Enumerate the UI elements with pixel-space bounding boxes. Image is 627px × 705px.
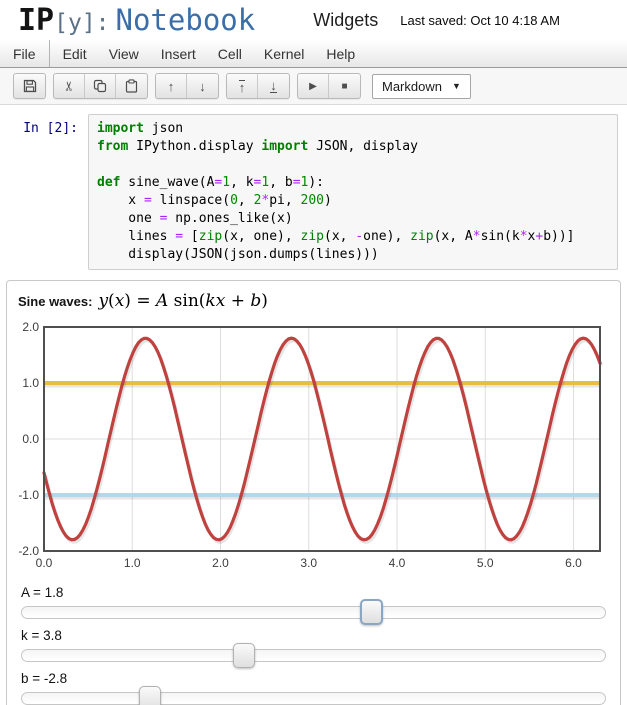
svg-text:4.0: 4.0	[389, 556, 406, 570]
menu-item-cell[interactable]: Cell	[207, 40, 253, 67]
notebook-header: IP[y]: Notebook Widgets Last saved: Oct 1…	[0, 0, 627, 40]
toolbar-button-group: ✂	[53, 73, 148, 99]
svg-text:-1.0: -1.0	[18, 488, 39, 502]
ipython-logo[interactable]: IP[y]: Notebook	[18, 3, 255, 38]
last-saved-text: Last saved: Oct 10 4:18 AM	[400, 12, 560, 28]
menu-divider	[48, 40, 50, 67]
menu-item-help[interactable]: Help	[315, 40, 366, 67]
menu-item-view[interactable]: View	[98, 40, 150, 67]
cell-type-value: Markdown	[382, 78, 442, 94]
svg-text:6.0: 6.0	[565, 556, 582, 570]
slider-row: k = 3.8	[21, 628, 606, 668]
code-line: from IPython.display import JSON, displa…	[97, 139, 418, 154]
slider-panel: A = 1.8 k = 3.8 b = -2.8	[14, 585, 613, 705]
svg-text:0.0: 0.0	[36, 556, 53, 570]
paste-button[interactable]	[116, 74, 147, 98]
run-icon: ▶	[309, 80, 317, 92]
svg-text:1.0: 1.0	[124, 556, 141, 570]
code-line: import json	[97, 121, 184, 136]
cut-button[interactable]: ✂	[54, 74, 85, 98]
code-line: lines = [zip(x, one), zip(x, -one), zip(…	[97, 229, 575, 244]
toolbar: ✂ ↑ ↓ ↑ ↓ ▶ ■ Markdown ▼	[0, 68, 627, 105]
cut-icon: ✂	[61, 80, 76, 92]
toolbar-button-group: ▶ ■	[297, 73, 361, 99]
run-button[interactable]: ▶	[298, 74, 329, 98]
run-to-top-icon: ↑	[238, 79, 246, 95]
svg-text:1.0: 1.0	[22, 376, 39, 390]
save-icon	[23, 79, 36, 93]
code-input-area[interactable]: import json from IPython.display import J…	[88, 114, 618, 270]
toolbar-button-group: ↑ ↓	[155, 73, 219, 99]
move-up-icon: ↑	[167, 78, 175, 94]
slider-track-a[interactable]	[21, 599, 606, 625]
slider-row: b = -2.8	[21, 671, 606, 705]
svg-text:2.0: 2.0	[22, 320, 39, 334]
run-to-bottom-icon: ↓	[270, 77, 277, 93]
toolbar-button-group: ↑ ↓	[226, 73, 290, 99]
menu-bar: File Edit View Insert Cell Kernel Help	[0, 40, 627, 68]
slider-track-b[interactable]	[21, 686, 606, 705]
svg-text:2.0: 2.0	[212, 556, 229, 570]
svg-text:3.0: 3.0	[300, 556, 317, 570]
sine-plot-svg: 2.01.00.0-1.0-2.00.0 1.0 2.0 3.0 4.0 5.0 6.0	[18, 320, 603, 570]
toolbar-button-group	[13, 73, 46, 99]
chart-title: Sine waves: y(x) = A sin(kx + b)	[14, 289, 613, 317]
slider-handle-a[interactable]	[359, 599, 383, 625]
stop-button[interactable]: ■	[329, 74, 360, 98]
cell-type-select[interactable]: Markdown ▼	[372, 73, 471, 99]
copy-button[interactable]	[85, 74, 116, 98]
chart-title-label: Sine waves:	[18, 294, 93, 309]
slider-label-k: k = 3.8	[21, 628, 62, 643]
code-line: display(JSON(json.dumps(lines)))	[97, 247, 379, 262]
slider-row: A = 1.8	[21, 585, 606, 625]
stop-icon: ■	[341, 80, 348, 92]
code-line: one = np.ones_like(x)	[97, 211, 293, 226]
move-down-icon: ↓	[199, 78, 206, 94]
move-up-button[interactable]: ↑	[156, 74, 187, 98]
dropdown-caret-icon: ▼	[451, 81, 461, 91]
move-down-button[interactable]: ↓	[187, 74, 218, 98]
input-prompt: In [2]:	[23, 121, 78, 136]
menu-item-kernel[interactable]: Kernel	[253, 40, 315, 67]
slider-handle-b[interactable]	[139, 686, 162, 705]
logo-notebook: Notebook	[115, 2, 256, 37]
code-line: def sine_wave(A=1, k=1, b=1):	[97, 175, 324, 190]
logo-ip: IP	[18, 2, 55, 38]
slider-handle-k[interactable]	[232, 643, 255, 668]
code-cell[interactable]: In [2]: import json from IPython.display …	[0, 105, 627, 270]
slider-label-a: A = 1.8	[21, 585, 64, 600]
logo-y: [y]:	[54, 9, 110, 36]
svg-text:0.0: 0.0	[22, 432, 39, 446]
code-line: x = linspace(0, 2*pi, 200)	[97, 193, 332, 208]
slider-track-k[interactable]	[21, 643, 606, 668]
widget-output-box: Sine waves: y(x) = A sin(kx + b) 2.0 1.0 0…	[6, 280, 621, 705]
copy-icon	[93, 79, 107, 93]
menu-item-edit[interactable]: Edit	[52, 40, 98, 67]
menu-item-file[interactable]: File	[0, 40, 47, 67]
notebook-title[interactable]: Widgets	[313, 10, 378, 31]
run-to-top-button[interactable]: ↑	[227, 74, 258, 98]
svg-text:5.0: 5.0	[477, 556, 494, 570]
menu-item-insert[interactable]: Insert	[150, 40, 207, 67]
chart-title-math: y(x) = A sin(kx + b)	[98, 291, 268, 311]
save-button[interactable]	[14, 74, 45, 98]
sine-chart: 2.0 1.0 0.0 -1.0 -2.0 0.0 1.0 2.0 3.0 4.0 5.0 6.0	[14, 319, 613, 576]
slider-label-b: b = -2.8	[21, 671, 68, 686]
paste-icon	[125, 79, 138, 93]
run-to-bottom-button[interactable]: ↓	[258, 74, 289, 98]
